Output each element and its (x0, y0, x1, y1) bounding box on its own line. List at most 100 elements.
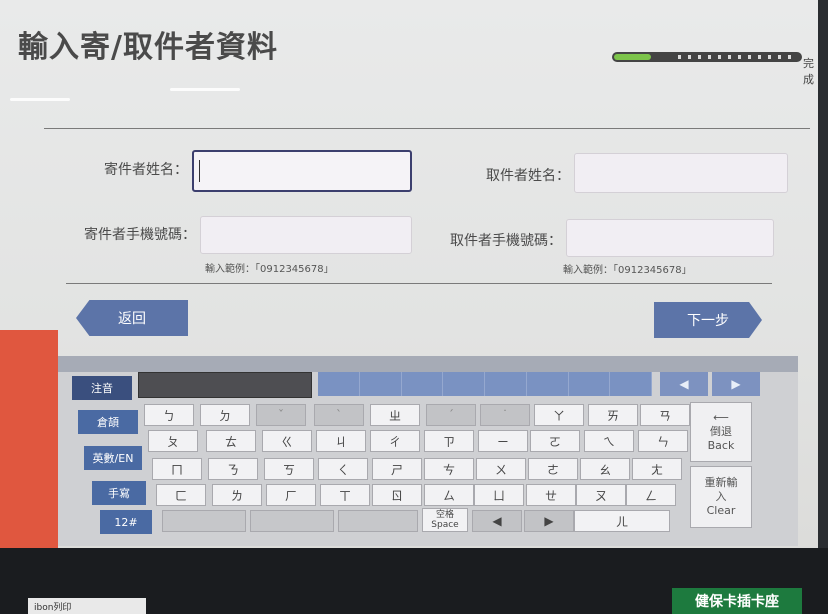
candidate-slot[interactable] (443, 372, 485, 396)
key-yu[interactable]: ㄩ (474, 484, 524, 506)
key-q[interactable]: ㄑ (318, 458, 368, 480)
key-c[interactable]: ㄘ (424, 458, 474, 480)
key-en[interactable]: ㄣ (638, 430, 688, 452)
screen-glare (170, 88, 240, 91)
candidate-slot[interactable] (402, 372, 444, 396)
backspace-label: 倒退 (710, 425, 732, 438)
key-l[interactable]: ㄌ (212, 484, 262, 506)
sender-name-field[interactable] (192, 150, 412, 192)
mode-symbols[interactable]: 12# (100, 510, 152, 534)
blank-key[interactable] (250, 510, 334, 532)
cursor-right-key[interactable]: ▶ (524, 510, 574, 532)
key-k[interactable]: ㄎ (264, 458, 314, 480)
key-g[interactable]: ㄍ (262, 430, 312, 452)
screen-glare (10, 98, 70, 101)
recipient-phone-hint: 輸入範例：「0912345678」 (563, 265, 692, 276)
key-m[interactable]: ㄇ (152, 458, 202, 480)
sender-phone-field[interactable] (200, 216, 412, 254)
candidate-slot[interactable] (569, 372, 611, 396)
key-tone-4[interactable]: ˋ (314, 404, 364, 426)
key-j[interactable]: ㄐ (316, 430, 366, 452)
key-ao[interactable]: ㄠ (580, 458, 630, 480)
sender-phone-hint: 輸入範例：「0912345678」 (205, 264, 334, 275)
key-z[interactable]: ㄗ (424, 430, 474, 452)
key-eng[interactable]: ㄥ (626, 484, 676, 506)
key-s[interactable]: ㄙ (424, 484, 474, 506)
key-ou[interactable]: ㄡ (576, 484, 626, 506)
space-key-label-en: Space (431, 520, 459, 530)
ibon-print-label: ibon列印 (28, 598, 146, 614)
back-button[interactable]: 返回 (76, 300, 188, 336)
backspace-key[interactable]: ⟵ 倒退 Back (690, 402, 752, 462)
key-er[interactable]: ㄦ (574, 510, 670, 532)
candidate-next-button[interactable]: ▶ (712, 372, 760, 396)
divider (66, 283, 772, 284)
key-a[interactable]: ㄚ (534, 404, 584, 426)
space-key-label: 空格 (435, 510, 454, 520)
key-ch[interactable]: ㄔ (370, 430, 420, 452)
key-b[interactable]: ㄅ (144, 404, 194, 426)
mode-cangjie[interactable]: 倉頡 (78, 410, 138, 434)
key-x[interactable]: ㄒ (320, 484, 370, 506)
backspace-icon: ⟵ (713, 411, 729, 424)
key-tone-3[interactable]: ˇ (256, 404, 306, 426)
key-e[interactable]: ㄜ (528, 458, 578, 480)
sender-phone-label: 寄件者手機號碼： (84, 227, 196, 243)
key-p[interactable]: ㄆ (148, 430, 198, 452)
candidate-slot[interactable] (527, 372, 569, 396)
space-key[interactable]: 空格 Space (422, 508, 468, 532)
key-o[interactable]: ㄛ (530, 430, 580, 452)
candidate-prev-button[interactable]: ◀ (660, 372, 708, 396)
mode-zhuyin[interactable]: 注音 (72, 376, 132, 400)
key-an[interactable]: ㄢ (640, 404, 690, 426)
recipient-phone-label: 取件者手機號碼： (450, 233, 562, 249)
candidate-slot[interactable] (610, 372, 652, 396)
page-title: 輸入寄/取件者資料 (18, 30, 278, 65)
key-ai[interactable]: ㄞ (588, 404, 638, 426)
progress-fill (614, 54, 651, 60)
composition-display (138, 372, 312, 398)
recipient-name-label: 取件者姓名： (486, 168, 570, 184)
sender-name-label: 寄件者姓名： (104, 162, 188, 178)
text-caret (199, 160, 200, 182)
candidate-bar[interactable] (318, 372, 652, 396)
key-i[interactable]: ㄧ (478, 430, 528, 452)
key-tone-2[interactable]: ˊ (426, 404, 476, 426)
key-h[interactable]: ㄏ (266, 484, 316, 506)
candidate-slot[interactable] (485, 372, 527, 396)
key-zh[interactable]: ㄓ (370, 404, 420, 426)
keyboard-header (52, 356, 798, 372)
key-ang[interactable]: ㄤ (632, 458, 682, 480)
key-n[interactable]: ㄋ (208, 458, 258, 480)
key-sh[interactable]: ㄕ (372, 458, 422, 480)
mode-english[interactable]: 英數/EN (84, 446, 142, 470)
candidate-slot[interactable] (318, 372, 360, 396)
next-button[interactable]: 下一步 (654, 302, 762, 338)
clear-label-en: Clear (706, 504, 736, 517)
recipient-name-field[interactable] (574, 153, 788, 193)
key-u[interactable]: ㄨ (476, 458, 526, 480)
blank-key[interactable] (162, 510, 246, 532)
backspace-label-en: Back (707, 439, 735, 452)
key-r[interactable]: ㄖ (372, 484, 422, 506)
key-tone-5[interactable]: ˙ (480, 404, 530, 426)
candidate-slot[interactable] (360, 372, 402, 396)
clear-key[interactable]: 重新輸入 Clear (690, 466, 752, 528)
key-d[interactable]: ㄉ (200, 404, 250, 426)
health-card-slot-sign: 健保卡插卡座 (672, 588, 802, 614)
divider (44, 128, 810, 129)
progress-remaining (678, 55, 796, 59)
kiosk-frame-edge (818, 0, 828, 548)
mode-handwriting[interactable]: 手寫 (92, 481, 146, 505)
progress-label: 完成 (803, 57, 814, 86)
key-eh[interactable]: ㄝ (526, 484, 576, 506)
clear-label: 重新輸入 (704, 476, 738, 503)
blank-key[interactable] (338, 510, 418, 532)
key-t[interactable]: ㄊ (206, 430, 256, 452)
key-ei[interactable]: ㄟ (584, 430, 634, 452)
cursor-left-key[interactable]: ◀ (472, 510, 522, 532)
recipient-phone-field[interactable] (566, 219, 774, 257)
left-poster (0, 330, 58, 560)
key-f[interactable]: ㄈ (156, 484, 206, 506)
progress-bar (612, 52, 802, 62)
